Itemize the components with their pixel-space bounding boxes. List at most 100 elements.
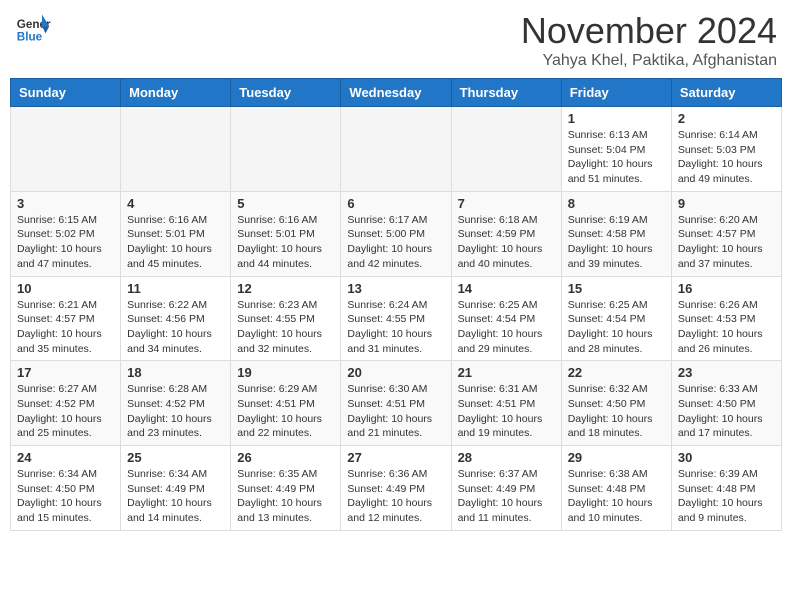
calendar-week-3: 10Sunrise: 6:21 AM Sunset: 4:57 PM Dayli… [11,276,782,361]
calendar-cell: 28 Sunrise: 6:37 AM Sunset: 4:49 PM Dayli… [451,446,561,531]
calendar-cell [231,107,341,192]
calendar-cell [11,107,121,192]
day-info: Sunrise: 6:20 AM Sunset: 4:57 PM Dayligh… [678,213,775,272]
day-number: 14 [458,281,555,296]
day-info: Sunrise: 6:30 AM Sunset: 4:51 PM Dayligh… [347,382,444,441]
day-number: 8 [568,196,665,211]
calendar-cell: 8 Sunrise: 6:19 AM Sunset: 4:58 PM Daylig… [561,191,671,276]
weekday-header-row: SundayMondayTuesdayWednesdayThursdayFrid… [11,79,782,107]
location-title: Yahya Khel, Paktika, Afghanistan [521,52,777,70]
calendar-cell: 1 Sunrise: 6:13 AM Sunset: 5:04 PM Daylig… [561,107,671,192]
calendar-cell: 21 Sunrise: 6:31 AM Sunset: 4:51 PM Dayli… [451,361,561,446]
day-number: 4 [127,196,224,211]
calendar-week-4: 17 Sunrise: 6:27 AM Sunset: 4:52 PM Dayli… [11,361,782,446]
day-number: 12 [237,281,334,296]
day-number: 1 [568,111,665,126]
day-info: Sunrise: 6:14 AM Sunset: 5:03 PM Dayligh… [678,128,775,187]
day-info: Sunrise: 6:37 AM Sunset: 4:49 PM Dayligh… [458,467,555,526]
calendar-cell [451,107,561,192]
day-number: 28 [458,450,555,465]
day-info: Sunrise: 6:32 AM Sunset: 4:50 PM Dayligh… [568,382,665,441]
calendar-cell: 13Sunrise: 6:24 AM Sunset: 4:55 PM Dayli… [341,276,451,361]
day-info: Sunrise: 6:13 AM Sunset: 5:04 PM Dayligh… [568,128,665,187]
calendar-cell [341,107,451,192]
svg-text:Blue: Blue [17,31,43,44]
calendar-cell: 29 Sunrise: 6:38 AM Sunset: 4:48 PM Dayli… [561,446,671,531]
weekday-header-thursday: Thursday [451,79,561,107]
day-number: 3 [17,196,114,211]
day-info: Sunrise: 6:25 AM Sunset: 4:54 PM Dayligh… [458,298,555,357]
weekday-header-sunday: Sunday [11,79,121,107]
day-number: 23 [678,365,775,380]
day-number: 6 [347,196,444,211]
day-number: 29 [568,450,665,465]
day-number: 30 [678,450,775,465]
day-info: Sunrise: 6:18 AM Sunset: 4:59 PM Dayligh… [458,213,555,272]
day-info: Sunrise: 6:31 AM Sunset: 4:51 PM Dayligh… [458,382,555,441]
day-info: Sunrise: 6:26 AM Sunset: 4:53 PM Dayligh… [678,298,775,357]
calendar-cell: 3 Sunrise: 6:15 AM Sunset: 5:02 PM Daylig… [11,191,121,276]
day-number: 22 [568,365,665,380]
day-number: 9 [678,196,775,211]
day-number: 15 [568,281,665,296]
day-info: Sunrise: 6:28 AM Sunset: 4:52 PM Dayligh… [127,382,224,441]
day-number: 16 [678,281,775,296]
day-info: Sunrise: 6:35 AM Sunset: 4:49 PM Dayligh… [237,467,334,526]
calendar-cell [121,107,231,192]
calendar-cell: 5 Sunrise: 6:16 AM Sunset: 5:01 PM Daylig… [231,191,341,276]
calendar-cell: 15 Sunrise: 6:25 AM Sunset: 4:54 PM Dayli… [561,276,671,361]
day-info: Sunrise: 6:19 AM Sunset: 4:58 PM Dayligh… [568,213,665,272]
day-info: Sunrise: 6:23 AM Sunset: 4:55 PM Dayligh… [237,298,334,357]
calendar-week-5: 24 Sunrise: 6:34 AM Sunset: 4:50 PM Dayli… [11,446,782,531]
day-number: 25 [127,450,224,465]
calendar-cell: 25 Sunrise: 6:34 AM Sunset: 4:49 PM Dayli… [121,446,231,531]
calendar-cell: 10Sunrise: 6:21 AM Sunset: 4:57 PM Dayli… [11,276,121,361]
day-info: Sunrise: 6:38 AM Sunset: 4:48 PM Dayligh… [568,467,665,526]
calendar-week-1: 1 Sunrise: 6:13 AM Sunset: 5:04 PM Daylig… [11,107,782,192]
day-info: Sunrise: 6:29 AM Sunset: 4:51 PM Dayligh… [237,382,334,441]
calendar-cell: 17 Sunrise: 6:27 AM Sunset: 4:52 PM Dayli… [11,361,121,446]
logo-icon: General Blue [15,10,51,46]
day-info: Sunrise: 6:16 AM Sunset: 5:01 PM Dayligh… [127,213,224,272]
calendar-cell: 6 Sunrise: 6:17 AM Sunset: 5:00 PM Daylig… [341,191,451,276]
calendar-cell: 16 Sunrise: 6:26 AM Sunset: 4:53 PM Dayli… [671,276,781,361]
weekday-header-monday: Monday [121,79,231,107]
page-header: General Blue November 2024 Yahya Khel, P… [10,10,782,70]
calendar-cell: 7Sunrise: 6:18 AM Sunset: 4:59 PM Daylig… [451,191,561,276]
day-number: 20 [347,365,444,380]
day-number: 5 [237,196,334,211]
calendar-cell: 24 Sunrise: 6:34 AM Sunset: 4:50 PM Dayli… [11,446,121,531]
day-number: 24 [17,450,114,465]
day-info: Sunrise: 6:15 AM Sunset: 5:02 PM Dayligh… [17,213,114,272]
calendar-cell: 27 Sunrise: 6:36 AM Sunset: 4:49 PM Dayli… [341,446,451,531]
calendar-cell: 2Sunrise: 6:14 AM Sunset: 5:03 PM Daylig… [671,107,781,192]
day-info: Sunrise: 6:17 AM Sunset: 5:00 PM Dayligh… [347,213,444,272]
calendar-cell: 26Sunrise: 6:35 AM Sunset: 4:49 PM Dayli… [231,446,341,531]
weekday-header-tuesday: Tuesday [231,79,341,107]
calendar-cell: 20 Sunrise: 6:30 AM Sunset: 4:51 PM Dayli… [341,361,451,446]
day-number: 21 [458,365,555,380]
calendar-cell: 12 Sunrise: 6:23 AM Sunset: 4:55 PM Dayli… [231,276,341,361]
day-info: Sunrise: 6:34 AM Sunset: 4:49 PM Dayligh… [127,467,224,526]
weekday-header-wednesday: Wednesday [341,79,451,107]
day-info: Sunrise: 6:22 AM Sunset: 4:56 PM Dayligh… [127,298,224,357]
calendar-table: SundayMondayTuesdayWednesdayThursdayFrid… [10,78,782,531]
month-title: November 2024 [521,10,777,52]
calendar-cell: 14 Sunrise: 6:25 AM Sunset: 4:54 PM Dayli… [451,276,561,361]
calendar-cell: 11Sunrise: 6:22 AM Sunset: 4:56 PM Dayli… [121,276,231,361]
day-number: 13 [347,281,444,296]
day-number: 17 [17,365,114,380]
day-number: 27 [347,450,444,465]
day-info: Sunrise: 6:33 AM Sunset: 4:50 PM Dayligh… [678,382,775,441]
day-info: Sunrise: 6:25 AM Sunset: 4:54 PM Dayligh… [568,298,665,357]
day-info: Sunrise: 6:16 AM Sunset: 5:01 PM Dayligh… [237,213,334,272]
calendar-cell: 9 Sunrise: 6:20 AM Sunset: 4:57 PM Daylig… [671,191,781,276]
day-info: Sunrise: 6:39 AM Sunset: 4:48 PM Dayligh… [678,467,775,526]
day-info: Sunrise: 6:27 AM Sunset: 4:52 PM Dayligh… [17,382,114,441]
calendar-cell: 23 Sunrise: 6:33 AM Sunset: 4:50 PM Dayli… [671,361,781,446]
day-info: Sunrise: 6:36 AM Sunset: 4:49 PM Dayligh… [347,467,444,526]
day-number: 18 [127,365,224,380]
day-info: Sunrise: 6:34 AM Sunset: 4:50 PM Dayligh… [17,467,114,526]
calendar-week-2: 3 Sunrise: 6:15 AM Sunset: 5:02 PM Daylig… [11,191,782,276]
title-block: November 2024 Yahya Khel, Paktika, Afgha… [521,10,777,70]
